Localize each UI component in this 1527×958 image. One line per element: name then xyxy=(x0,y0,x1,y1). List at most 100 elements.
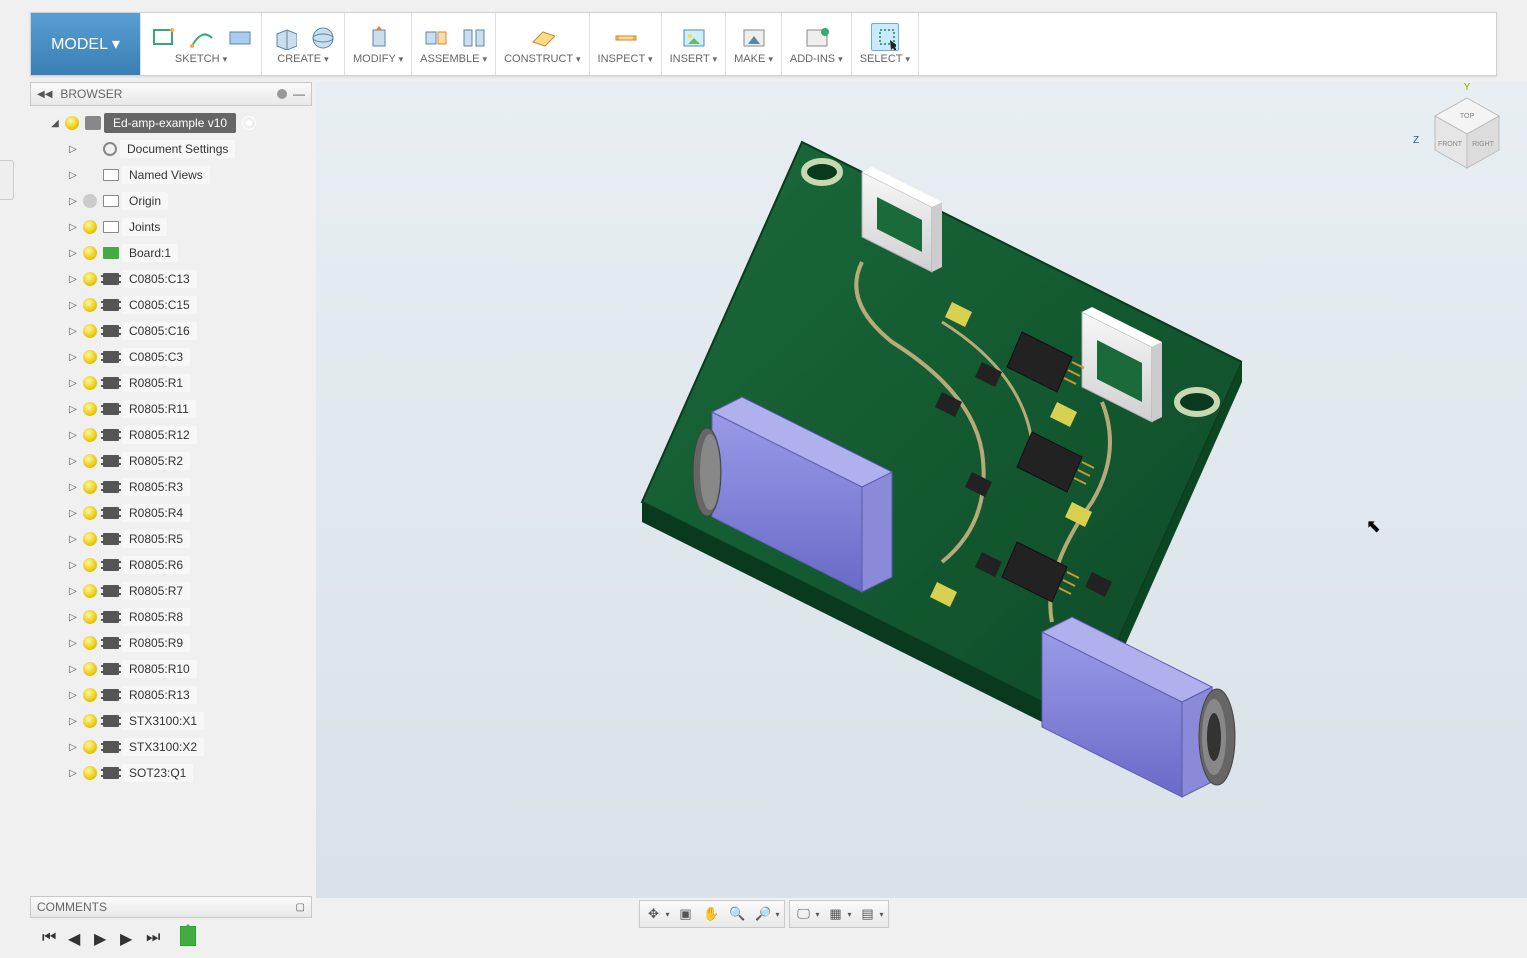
toolbar-label-sketch[interactable]: SKETCH ▾ xyxy=(175,51,227,69)
lightbulb-icon[interactable] xyxy=(83,766,97,780)
tree-item[interactable]: ▷R0805:R8 xyxy=(30,604,312,630)
toolbar-label-create[interactable]: CREATE ▾ xyxy=(277,51,328,69)
expand-icon[interactable]: ▷ xyxy=(66,586,80,597)
browser-min-icon[interactable]: — xyxy=(293,87,305,101)
tree-item[interactable]: ▷STX3100:X1 xyxy=(30,708,312,734)
tree-item[interactable]: ▷Board:1 xyxy=(30,240,312,266)
tree-item[interactable]: ▷R0805:R1 xyxy=(30,370,312,396)
tree-item[interactable]: ▷R0805:R10 xyxy=(30,656,312,682)
lightbulb-icon[interactable] xyxy=(83,584,97,598)
lightbulb-icon[interactable] xyxy=(83,376,97,390)
insert-decal-button[interactable] xyxy=(679,23,707,51)
tree-item[interactable]: ▷C0805:C15 xyxy=(30,292,312,318)
lightbulb-icon[interactable] xyxy=(83,506,97,520)
browser-collapse-icon[interactable]: ◀◀ xyxy=(37,89,52,100)
viewport-3d[interactable]: Y Z TOP FRONT RIGHT xyxy=(316,82,1527,898)
expand-icon[interactable]: ▷ xyxy=(66,196,80,207)
tree-item[interactable]: ▷R0805:R6 xyxy=(30,552,312,578)
tree-item[interactable]: ▷Origin xyxy=(30,188,312,214)
expand-icon[interactable]: ▷ xyxy=(66,248,80,259)
assemble-joint-button[interactable] xyxy=(421,23,449,51)
expand-icon[interactable]: ▷ xyxy=(66,768,80,779)
lightbulb-icon[interactable] xyxy=(83,194,97,208)
create-box-button[interactable] xyxy=(270,23,298,51)
expand-icon[interactable]: ▷ xyxy=(66,612,80,623)
zoom-icon[interactable]: 🔍 xyxy=(727,904,747,924)
viewcube[interactable]: Y Z TOP FRONT RIGHT xyxy=(1425,90,1509,174)
expand-icon[interactable]: ▷ xyxy=(66,352,80,363)
lightbulb-icon[interactable] xyxy=(83,636,97,650)
expand-icon[interactable]: ▷ xyxy=(66,144,80,155)
lightbulb-icon[interactable] xyxy=(83,350,97,364)
lightbulb-icon[interactable] xyxy=(83,610,97,624)
construct-plane-button[interactable] xyxy=(528,23,556,51)
tree-item[interactable]: ▷Named Views xyxy=(30,162,312,188)
tree-root[interactable]: ◢ Ed-amp-example v10 xyxy=(30,110,312,136)
timeline-end-icon[interactable]: ⏭ xyxy=(146,929,160,943)
lightbulb-icon[interactable] xyxy=(83,480,97,494)
tree-item[interactable]: ▷STX3100:X2 xyxy=(30,734,312,760)
viewcube-icon[interactable]: TOP FRONT RIGHT xyxy=(1425,90,1509,174)
expand-icon[interactable]: ▷ xyxy=(66,638,80,649)
viewport-layout-icon[interactable]: ▤ xyxy=(858,904,878,924)
lightbulb-icon[interactable] xyxy=(83,454,97,468)
tree-item[interactable]: ▷R0805:R2 xyxy=(30,448,312,474)
grid-settings-icon[interactable]: ▦ xyxy=(826,904,846,924)
expand-icon[interactable]: ▷ xyxy=(66,690,80,701)
tree-item[interactable]: ▷R0805:R13 xyxy=(30,682,312,708)
browser-header[interactable]: ◀◀ BROWSER — xyxy=(30,82,312,106)
tree-item[interactable]: ▷Document Settings xyxy=(30,136,312,162)
toolbar-label-make[interactable]: MAKE ▾ xyxy=(734,51,773,69)
timeline-play-icon[interactable]: ▶ xyxy=(94,929,108,943)
comments-expand-icon[interactable]: ▢ xyxy=(296,902,305,913)
sketch-line-button[interactable] xyxy=(187,23,215,51)
lightbulb-icon[interactable] xyxy=(83,532,97,546)
select-box-button[interactable] xyxy=(871,23,899,51)
sketch-rect-button[interactable] xyxy=(149,23,177,51)
toolbar-label-modify[interactable]: MODIFY ▾ xyxy=(353,51,403,69)
assemble-asBuilt-button[interactable] xyxy=(459,23,487,51)
expand-icon[interactable]: ▷ xyxy=(66,430,80,441)
activate-target-icon[interactable] xyxy=(242,116,256,130)
lightbulb-icon[interactable] xyxy=(83,220,97,234)
tree-item[interactable]: ▷R0805:R3 xyxy=(30,474,312,500)
timeline-prev-icon[interactable]: ◀ xyxy=(68,929,82,943)
lightbulb-icon[interactable] xyxy=(65,116,79,130)
expand-icon[interactable]: ▷ xyxy=(66,664,80,675)
inspect-measure-button[interactable] xyxy=(611,23,639,51)
sketch-plane-button[interactable] xyxy=(225,23,253,51)
display-settings-icon[interactable]: 🖵 xyxy=(793,904,813,924)
pan-icon[interactable]: ✋ xyxy=(701,904,721,924)
tree-item[interactable]: ▷C0805:C13 xyxy=(30,266,312,292)
lightbulb-icon[interactable] xyxy=(83,428,97,442)
comments-header[interactable]: COMMENTS ▢ xyxy=(30,896,312,918)
toolbar-label-insert[interactable]: INSERT ▾ xyxy=(670,51,718,69)
expand-icon[interactable]: ▷ xyxy=(66,456,80,467)
pcb-model[interactable] xyxy=(602,102,1242,802)
tree-item[interactable]: ▷SOT23:Q1 xyxy=(30,760,312,786)
lightbulb-icon[interactable] xyxy=(83,402,97,416)
toolbar-label-construct[interactable]: CONSTRUCT ▾ xyxy=(504,51,580,69)
expand-icon[interactable]: ▷ xyxy=(66,378,80,389)
fit-icon[interactable]: 🔎 xyxy=(753,904,773,924)
browser-settings-icon[interactable] xyxy=(277,89,287,99)
create-sphere-button[interactable] xyxy=(308,23,336,51)
timeline-next-icon[interactable]: ▶ xyxy=(120,929,134,943)
lightbulb-icon[interactable] xyxy=(83,298,97,312)
tree-item[interactable]: ▷R0805:R9 xyxy=(30,630,312,656)
make-3dprint-button[interactable] xyxy=(739,23,767,51)
look-at-icon[interactable]: ▣ xyxy=(675,904,695,924)
expand-icon[interactable]: ▷ xyxy=(66,404,80,415)
lightbulb-icon[interactable] xyxy=(83,246,97,260)
expand-icon[interactable]: ▷ xyxy=(66,482,80,493)
lightbulb-icon[interactable] xyxy=(83,714,97,728)
tree-item[interactable]: ▷R0805:R11 xyxy=(30,396,312,422)
lightbulb-icon[interactable] xyxy=(83,324,97,338)
timeline-start-icon[interactable]: ⏮ xyxy=(42,929,56,943)
timeline-feature[interactable] xyxy=(180,926,196,946)
lightbulb-icon[interactable] xyxy=(83,558,97,572)
tree-item[interactable]: ▷C0805:C16 xyxy=(30,318,312,344)
tree-item[interactable]: ▷R0805:R12 xyxy=(30,422,312,448)
expand-icon[interactable]: ▷ xyxy=(66,300,80,311)
toolbar-label-add-ins[interactable]: ADD-INS ▾ xyxy=(790,51,843,69)
